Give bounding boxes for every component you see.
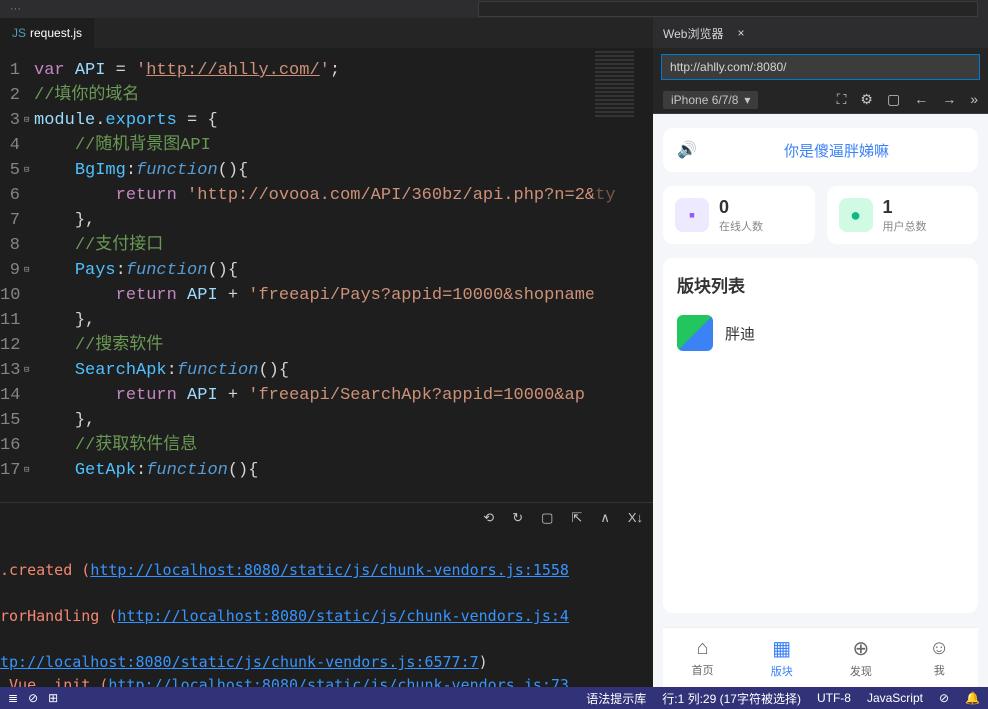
status-icon[interactable]: ≣ — [8, 691, 18, 705]
url-text: http://ahlly.com/:8080/ — [670, 60, 787, 74]
minimap[interactable] — [593, 48, 653, 502]
debug-restart-icon[interactable]: ⟲ — [483, 510, 494, 526]
status-bar: ≣ ⊘ ⊞ 语法提示库 行:1 列:29 (17字符被选择) UTF-8 Jav… — [0, 687, 988, 709]
tab-label: request.js — [30, 26, 82, 40]
screenshot-icon[interactable]: ⛶ — [837, 91, 847, 108]
list-item[interactable]: 胖迪 — [677, 309, 964, 357]
menu-item[interactable]: ··· — [10, 3, 21, 15]
status-encoding[interactable]: UTF-8 — [817, 691, 851, 705]
open-external-icon[interactable]: ▢ — [887, 91, 900, 108]
list-item-label: 胖迪 — [725, 323, 755, 344]
code-editor[interactable]: 1var API = 'http://ahlly.com/';2//填你的域名3… — [0, 48, 653, 502]
nav-item-0[interactable]: ⌂首页 — [692, 637, 714, 678]
browser-panel: Web浏览器 × http://ahlly.com/:8080/ iPhone … — [653, 18, 988, 687]
close-icon[interactable]: × — [737, 26, 744, 40]
bell-icon[interactable]: 🔔 — [965, 691, 980, 705]
online-icon: ▪ — [675, 198, 709, 232]
stat-label: 用户总数 — [883, 218, 927, 234]
terminal-panel[interactable]: .created (http://localhost:8080/static/j… — [0, 532, 653, 687]
section-title: 版块列表 — [677, 272, 964, 297]
js-icon: JS — [12, 26, 26, 40]
section-list: 版块列表 胖迪 — [663, 258, 978, 613]
device-viewport: 🔊 你是傻逼胖娣嘛 ▪ 0 在线人数 ● 1 用户总数 — [653, 114, 988, 687]
device-toolbar: iPhone 6/7/8 ▾ ⛶ ⚙ ▢ ← → » — [653, 86, 988, 114]
back-icon[interactable]: ← — [914, 91, 928, 108]
status-hint[interactable]: 语法提示库 — [586, 690, 646, 707]
debug-up-icon[interactable]: ∧ — [600, 510, 610, 526]
more-icon[interactable]: » — [970, 91, 978, 108]
browser-tab-label: Web浏览器 — [663, 25, 723, 42]
status-language[interactable]: JavaScript — [867, 691, 923, 705]
nav-item-1[interactable]: ▦版块 — [771, 636, 793, 679]
device-label: iPhone 6/7/8 — [671, 93, 738, 107]
stat-number: 0 — [719, 197, 763, 218]
status-icon[interactable]: ⊞ — [48, 691, 58, 705]
status-position[interactable]: 行:1 列:29 (17字符被选择) — [662, 690, 801, 707]
users-icon: ● — [839, 198, 873, 232]
notice-text: 你是傻逼胖娣嘛 — [784, 140, 889, 161]
debug-continue-icon[interactable]: ↻ — [512, 510, 523, 526]
stat-number: 1 — [883, 197, 927, 218]
debug-export-icon[interactable]: ⇱ — [571, 510, 582, 526]
settings-icon[interactable]: ⚙ — [860, 91, 873, 108]
debug-close-icon[interactable]: X↓ — [628, 510, 643, 525]
device-selector[interactable]: iPhone 6/7/8 ▾ — [663, 91, 758, 109]
bottom-nav: ⌂首页 ▦版块 ⊕发现 ☺我 — [663, 627, 978, 687]
stat-label: 在线人数 — [719, 218, 763, 234]
notification-icon[interactable]: ⊘ — [939, 691, 949, 705]
debug-toolbar: ⟲ ↻ ▢ ⇱ ∧ X↓ — [0, 502, 653, 532]
stat-users[interactable]: ● 1 用户总数 — [827, 186, 979, 244]
browser-tab[interactable]: Web浏览器 × — [653, 18, 988, 48]
top-menu-bar: ··· — [0, 0, 988, 18]
chevron-down-icon: ▾ — [744, 93, 750, 107]
editor-tab-bar: JS request.js — [0, 18, 653, 48]
sound-icon: 🔊 — [677, 140, 697, 160]
forward-icon[interactable]: → — [942, 91, 956, 108]
top-search-box[interactable] — [478, 1, 978, 17]
url-input[interactable]: http://ahlly.com/:8080/ — [661, 54, 980, 80]
debug-stop-icon[interactable]: ▢ — [541, 510, 553, 526]
stat-online[interactable]: ▪ 0 在线人数 — [663, 186, 815, 244]
app-icon — [677, 315, 713, 351]
stats-row: ▪ 0 在线人数 ● 1 用户总数 — [663, 186, 978, 244]
status-icon[interactable]: ⊘ — [28, 691, 38, 705]
file-tab[interactable]: JS request.js — [0, 18, 94, 48]
nav-item-3[interactable]: ☺我 — [929, 637, 949, 678]
notice-bar[interactable]: 🔊 你是傻逼胖娣嘛 — [663, 128, 978, 172]
nav-item-2[interactable]: ⊕发现 — [850, 636, 872, 679]
